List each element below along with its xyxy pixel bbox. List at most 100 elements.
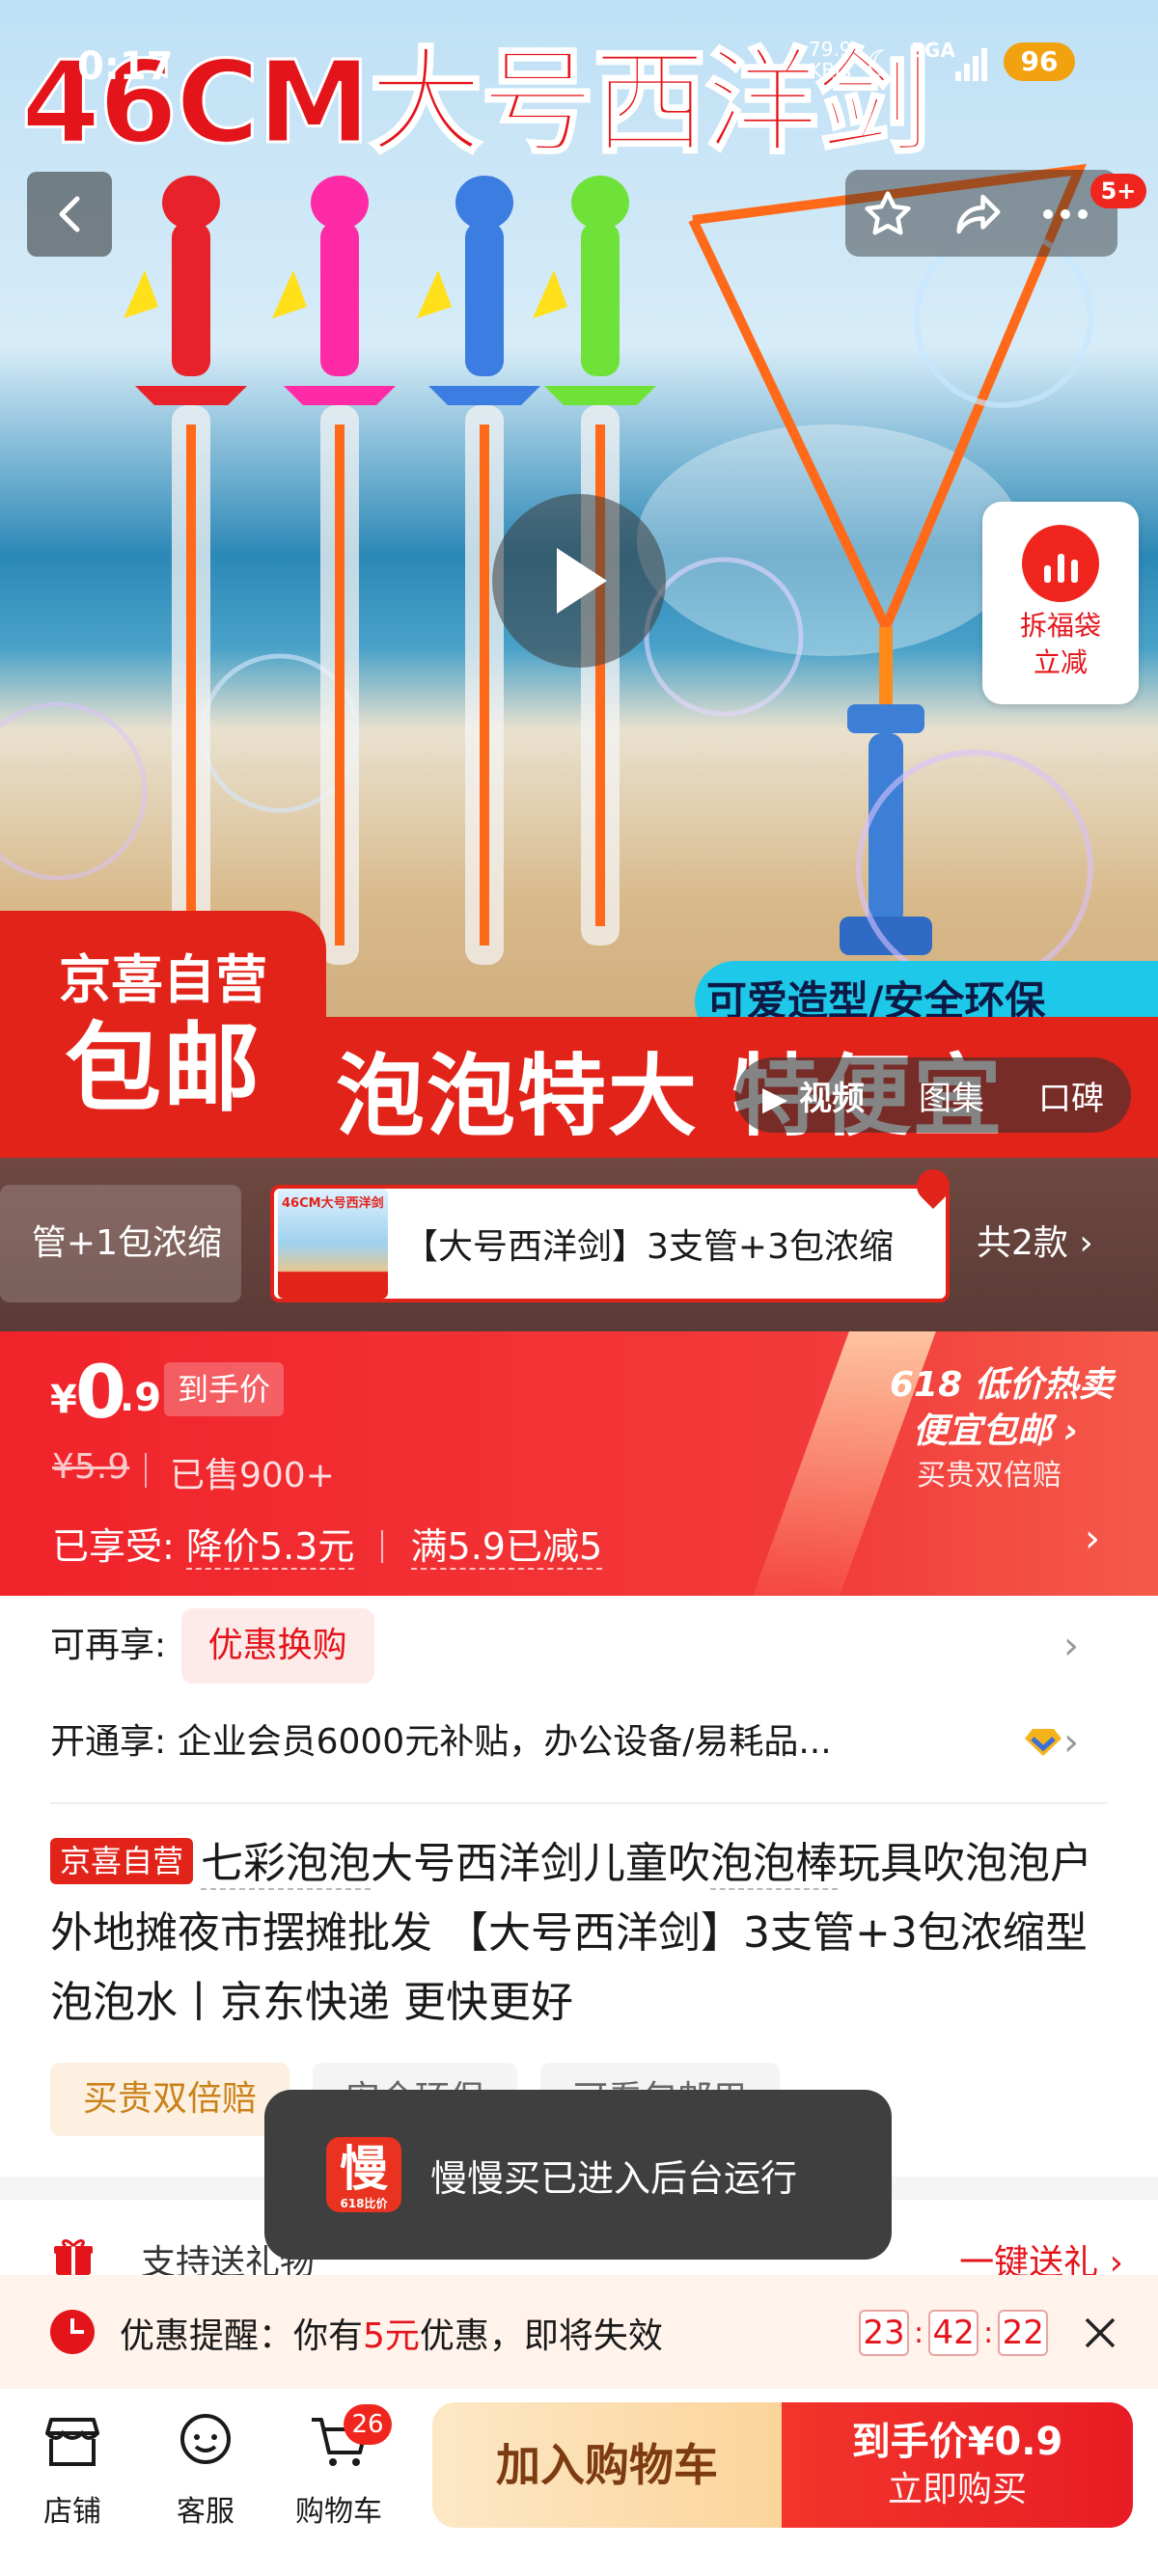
battery-indicator: 96 — [1004, 42, 1075, 81]
price-panel: ¥ 0 .9 到手价 ¥5.9 已售900+ 已享受: 降价5.3元 满5.9已… — [0, 1331, 1158, 1596]
cart-label: 购物车 — [295, 2495, 382, 2529]
red-packet-button[interactable]: 拆福袋 立减 — [982, 502, 1139, 704]
location-pin-icon — [909, 1162, 957, 1210]
share-icon — [956, 194, 1001, 234]
exchange-offer-coupon[interactable]: 优惠换购 — [180, 1608, 374, 1684]
more-icon — [1043, 209, 1088, 219]
add-to-cart-button[interactable]: 加入购物车 — [432, 2402, 782, 2528]
sold-count: 已售900+ — [170, 1456, 335, 1495]
shop-button[interactable]: 店铺 — [19, 2410, 125, 2530]
buy-now-button[interactable]: 到手价¥0.9 立即购买 — [782, 2402, 1133, 2528]
self-operated-tag: 京喜自营 — [50, 1838, 194, 1884]
status-speed: 79.9 KB/s — [809, 39, 852, 81]
promo-line-2[interactable]: 便宜包邮 › — [913, 1403, 1078, 1453]
section-divider — [50, 1802, 1108, 1804]
status-bar: 0:17 79.9 KB/s ☾ 5GA 96 — [0, 39, 1158, 96]
favorite-button[interactable] — [859, 187, 917, 241]
price-decimal: .9 — [120, 1376, 162, 1420]
chat-icon — [180, 2414, 231, 2464]
cart-count-badge: 26 — [344, 2404, 392, 2445]
star-icon — [865, 191, 911, 235]
status-speed-value: 79.9 — [809, 38, 852, 61]
coupon-reminder-bar[interactable]: 优惠提醒：你有5元优惠，即将失效 23:42:22 — [0, 2275, 1158, 2389]
buy-now-label: 立即购买 — [887, 2470, 1027, 2509]
app-icon-sub: 618比价 — [340, 2197, 388, 2210]
reminder-prefix: 优惠提醒：你有 — [120, 2316, 364, 2356]
guarantee-chip[interactable]: 买贵双倍赔 — [50, 2063, 290, 2136]
play-icon — [557, 548, 607, 614]
variant-thumbnail-text: 46CM大号西洋剑 — [282, 1196, 384, 1211]
red-packet-label-2: 立减 — [1033, 646, 1088, 678]
free-shipping-label: 包邮 — [65, 1012, 262, 1125]
price-currency: ¥ — [50, 1378, 77, 1422]
price-integer: 0 — [75, 1349, 126, 1435]
red-packet-icon — [1022, 525, 1099, 602]
self-operated-badge: 京喜自营 包邮 — [0, 911, 326, 1158]
self-operated-label: 京喜自营 — [59, 949, 267, 1010]
exchange-offer-row[interactable]: 可再享: 优惠换购 › — [50, 1607, 1108, 1685]
toast-message: 慢慢买已进入后台运行 — [430, 2156, 798, 2200]
media-tabs: ▶ 视频 图集 口碑 — [735, 1057, 1131, 1133]
promo-line-1: 618 低价热卖 — [890, 1365, 1114, 1405]
clock-icon — [50, 2310, 95, 2354]
shop-label: 店铺 — [43, 2495, 101, 2529]
chevron-right-icon[interactable]: › — [1085, 1517, 1100, 1561]
message-badge: 5+ — [1090, 174, 1146, 208]
diamond-icon — [1025, 1729, 1062, 1756]
service-label: 客服 — [177, 2495, 234, 2529]
product-title: 京喜自营 七彩泡泡大号西洋剑儿童吹泡泡棒玩具吹泡泡户外地摊夜市摆摊批发 【大号西洋… — [50, 1829, 1112, 2038]
variant-count-link[interactable]: 共2款 › — [977, 1185, 1093, 1302]
share-button[interactable] — [950, 187, 1007, 241]
countdown-timer: 23:42:22 — [859, 2310, 1049, 2356]
membership-text: 企业会员6000元补贴，办公设备/易耗品... — [177, 1722, 832, 1762]
price-divider — [145, 1453, 147, 1488]
countdown-seconds: 22 — [998, 2310, 1049, 2356]
tab-video-label: 视频 — [798, 1079, 865, 1118]
status-speed-unit: KB/s — [809, 59, 852, 82]
promo-line-3: 买贵双倍赔 — [917, 1459, 1062, 1493]
bottom-action-bar: 店铺 客服 购物车 26 加入购物车 到手价¥0.9 立即购买 — [0, 2389, 1158, 2576]
price-tag: 到手价 — [164, 1362, 285, 1416]
membership-label: 开通享: — [50, 1722, 167, 1762]
back-button[interactable] — [27, 172, 112, 257]
countdown-hours: 23 — [859, 2310, 909, 2356]
variant-strip: 管+1包浓缩 46CM大号西洋剑 【大号西洋剑】3支管+3包浓缩 共2款 › — [0, 1158, 1158, 1331]
tab-video[interactable]: ▶ 视频 — [762, 1072, 865, 1119]
more-button[interactable] — [1036, 187, 1094, 241]
gift-icon — [54, 2239, 93, 2275]
original-price: ¥5.9 — [52, 1447, 130, 1487]
discount-prefix: 已享受: — [52, 1525, 175, 1568]
toast-notification: 慢 618比价 慢慢买已进入后台运行 — [264, 2090, 892, 2260]
title-link-2[interactable]: 泡泡棒 — [710, 1839, 839, 1890]
discount-divider — [381, 1530, 384, 1563]
reminder-amount: 5元 — [363, 2316, 420, 2356]
discount-details[interactable]: 已享受: 降价5.3元 满5.9已减5 — [52, 1517, 603, 1570]
close-icon[interactable] — [1083, 2316, 1117, 2350]
membership-row[interactable]: 开通享: 企业会员6000元补贴，办公设备/易耗品... › — [50, 1713, 1108, 1771]
product-gallery[interactable]: 46CM大号西洋剑 0:17 79.9 KB/s ☾ 5GA 96 5+ 拆福袋… — [0, 0, 1158, 1158]
title-link-1[interactable]: 七彩泡泡 — [201, 1839, 372, 1890]
app-icon-glyph: 慢 — [340, 2141, 388, 2197]
variant-option-selected[interactable]: 46CM大号西洋剑 【大号西洋剑】3支管+3包浓缩 — [270, 1162, 957, 1302]
promo-line-2-text: 便宜包邮 — [913, 1411, 1053, 1451]
red-packet-label-1: 拆福袋 — [1019, 610, 1101, 642]
top-actions — [845, 170, 1117, 257]
tab-reviews[interactable]: 口碑 — [1038, 1072, 1104, 1119]
variant-thumbnail: 46CM大号西洋剑 — [278, 1189, 388, 1299]
buy-price-label: 到手价¥0.9 — [851, 2420, 1063, 2464]
exchange-offer-label: 可再享: — [50, 1626, 167, 1665]
play-video-button[interactable] — [492, 494, 666, 668]
chevron-left-icon — [59, 196, 80, 233]
variant-count: 共2款 — [977, 1223, 1068, 1263]
chevron-right-icon: › — [1063, 1624, 1079, 1668]
tab-gallery[interactable]: 图集 — [919, 1072, 984, 1119]
variant-option-prev[interactable]: 管+1包浓缩 — [0, 1185, 241, 1302]
discount-item-1: 降价5.3元 — [185, 1525, 355, 1570]
chevron-right-icon: › — [1063, 1720, 1079, 1765]
store-icon — [45, 2418, 99, 2466]
service-button[interactable]: 客服 — [152, 2410, 259, 2530]
discount-item-2: 满5.9已减5 — [410, 1525, 603, 1570]
app-icon: 慢 618比价 — [326, 2137, 401, 2212]
variant-selected-label: 【大号西洋剑】3支管+3包浓缩 — [403, 1227, 894, 1267]
network-label: 5GA — [911, 39, 955, 62]
